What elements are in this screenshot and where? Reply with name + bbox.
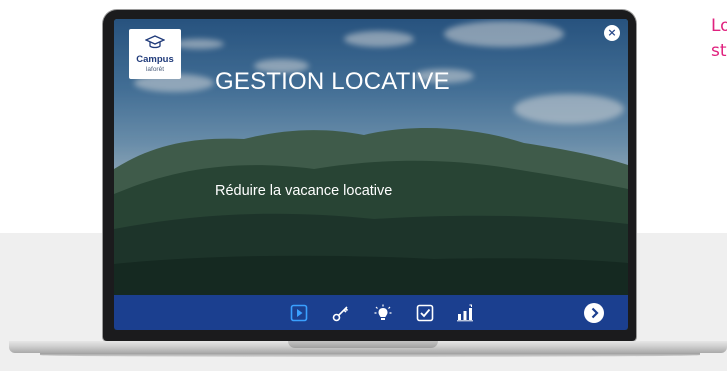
graduation-cap-icon (145, 35, 165, 49)
campus-laforet-logo: Campus laforêt (129, 29, 181, 79)
logo-subname: laforêt (145, 66, 165, 73)
overlay (114, 19, 628, 330)
laptop-shadow (40, 353, 700, 357)
slide-title: GESTION LOCATIVE (215, 68, 450, 95)
bottom-navigation-bar (114, 295, 628, 330)
play-icon[interactable] (290, 304, 308, 322)
side-caption: Lo st (711, 14, 727, 64)
chevron-right-icon (591, 307, 599, 319)
close-button[interactable]: × (604, 25, 620, 41)
key-icon[interactable] (332, 304, 350, 322)
course-slide: Campus laforêt × GESTION LOCATIVE Réduir… (114, 19, 628, 330)
checkbox-icon[interactable] (416, 304, 434, 322)
side-caption-line-2: st (711, 41, 727, 61)
lightbulb-icon[interactable] (374, 304, 392, 322)
next-slide-button[interactable] (584, 303, 604, 323)
logo-name: Campus (136, 54, 174, 65)
chart-icon[interactable] (456, 304, 474, 322)
slide-subtitle: Réduire la vacance locative (215, 183, 393, 199)
side-caption-line-1: Lo (711, 16, 727, 36)
laptop-notch (288, 341, 438, 348)
